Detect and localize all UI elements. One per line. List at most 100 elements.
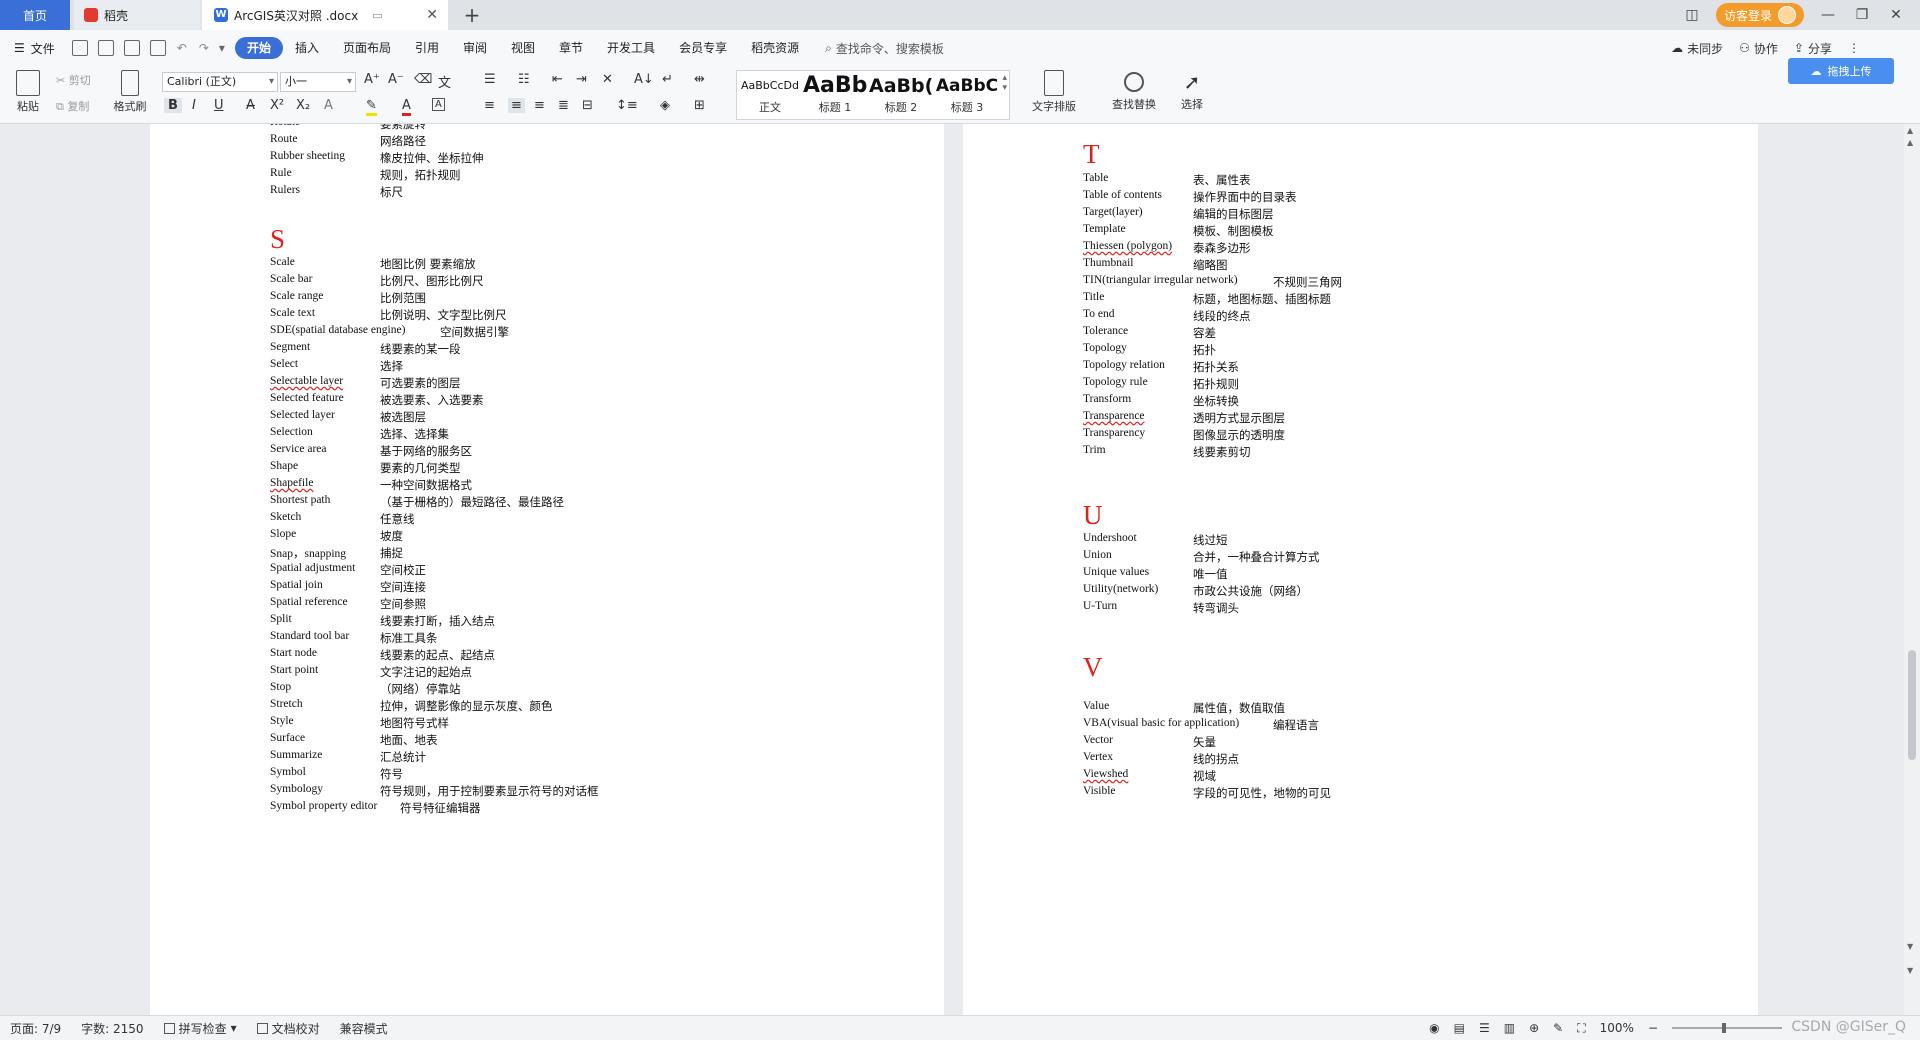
close-icon[interactable]: ✕ (426, 7, 438, 23)
scroll-down-icon[interactable]: ▼ (1907, 966, 1913, 975)
document-page-right[interactable]: T Table 表、属性表 Table of contents 操作界面中的目录表 Tar… (963, 124, 1758, 1015)
shading-icon[interactable]: ◈ (660, 98, 670, 113)
text-effect-icon[interactable]: A (324, 98, 333, 113)
menu-developer[interactable]: 开发工具 (595, 37, 667, 59)
sync-button[interactable]: ☁ 未同步 (1671, 40, 1723, 57)
italic-icon[interactable]: I (192, 98, 196, 113)
align-left-icon[interactable]: ≡ (484, 98, 495, 113)
quick-access-chevron-icon[interactable]: ▾ (219, 41, 225, 55)
web-view-icon[interactable]: ⊕ (1529, 1021, 1539, 1035)
command-search[interactable]: ⌕ 查找命令、搜索模板 (825, 40, 944, 57)
tab-marks-icon[interactable]: ⇹ (694, 72, 705, 87)
style-heading-3[interactable]: AaBbC 标题 3 (935, 71, 999, 119)
share-button[interactable]: ⇪ 分享 (1794, 40, 1832, 57)
subscript-icon[interactable]: X₂ (296, 98, 310, 113)
select-button[interactable]: ➚ 选择 (1172, 68, 1212, 112)
scroll-down-icon[interactable]: ▼ (1907, 942, 1913, 951)
menu-view[interactable]: 视图 (499, 37, 547, 59)
text-layout-button[interactable]: 文字排版 (1024, 68, 1084, 114)
menu-home[interactable]: 开始 (234, 37, 283, 59)
shrink-font-icon[interactable]: A⁻ (388, 72, 404, 87)
redo-icon[interactable]: ↷ (199, 41, 209, 55)
new-tab-button[interactable]: + (458, 0, 486, 30)
chinese-layout-icon[interactable]: ✕ (602, 72, 613, 87)
strikethrough-icon[interactable]: A̶ (246, 98, 255, 113)
format-painter-button[interactable]: 格式刷 (110, 68, 150, 114)
style-gallery-scroll-icon[interactable]: ▴ ▾ (1002, 73, 1007, 93)
justify-icon[interactable]: ≣ (558, 98, 569, 113)
highlight-icon[interactable]: ✎ (366, 98, 377, 116)
zoom-level[interactable]: 100% (1600, 1021, 1634, 1035)
scrollbar-thumb[interactable] (1908, 650, 1916, 760)
close-window-icon[interactable]: ✕ (1886, 7, 1906, 23)
collab-button[interactable]: ⚇ 协作 (1739, 40, 1778, 57)
superscript-icon[interactable]: X² (270, 98, 284, 113)
bullet-list-icon[interactable]: ☰ (484, 72, 496, 87)
document-area[interactable]: Rotate 要素旋转 Route 网络路径 Rubber sheeting 橡皮拉伸、坐… (0, 124, 1904, 1015)
restore-icon[interactable]: ❐ (1852, 7, 1872, 23)
line-spacing-icon[interactable]: ↕≡ (616, 98, 638, 113)
scroll-up-icon[interactable]: ▲ (1907, 138, 1913, 147)
layout-icon[interactable]: ◫ (1682, 7, 1702, 23)
find-replace-button[interactable]: 查找替换 (1104, 68, 1164, 112)
minimize-icon[interactable]: — (1818, 7, 1838, 23)
menu-daoke-resources[interactable]: 稻壳资源 (739, 37, 811, 59)
font-name-select[interactable]: Calibri (正文) (162, 72, 278, 92)
cut-button[interactable]: ✂ 剪切 (56, 72, 91, 88)
read-view-icon[interactable]: ▥ (1504, 1021, 1515, 1035)
style-heading-2[interactable]: AaBb( 标题 2 (869, 71, 933, 119)
font-size-select[interactable]: 小一 (280, 72, 356, 92)
underline-icon[interactable]: U (214, 98, 224, 113)
visitor-login-button[interactable]: 访客登录 (1715, 3, 1804, 27)
grow-font-icon[interactable]: A⁺ (364, 72, 380, 87)
eye-icon[interactable]: ◉ (1429, 1021, 1439, 1035)
cloud-upload-button[interactable]: ☁ 拖拽上传 (1788, 58, 1894, 84)
menu-references[interactable]: 引用 (403, 37, 451, 59)
file-menu[interactable]: ☰ 文件 (0, 40, 67, 57)
document-page-left[interactable]: Rotate 要素旋转 Route 网络路径 Rubber sheeting 橡皮拉伸、坐… (150, 124, 944, 1015)
pen-icon[interactable]: ✎ (1553, 1021, 1563, 1035)
zoom-out-icon[interactable]: − (1648, 1021, 1658, 1035)
show-marks-icon[interactable]: ↵ (662, 72, 673, 87)
menu-member[interactable]: 会员专享 (667, 37, 739, 59)
doc-proof-button[interactable]: 文档校对 (247, 1020, 330, 1037)
paste-button[interactable]: 粘贴 (10, 68, 46, 114)
page-indicator[interactable]: 页面: 7/9 (0, 1020, 71, 1037)
bold-icon[interactable]: B (164, 98, 182, 113)
menu-insert[interactable]: 插入 (283, 37, 331, 59)
tab-daoke[interactable]: 稻壳 (74, 0, 200, 30)
page-view-icon[interactable]: ▤ (1454, 1021, 1465, 1035)
print-icon[interactable] (123, 40, 140, 56)
align-right-icon[interactable]: ≡ (534, 98, 545, 113)
align-center-icon[interactable]: ≡ (508, 98, 525, 113)
char-border-icon[interactable]: A (432, 98, 445, 111)
scroll-up-icon[interactable]: ▲ (1907, 126, 1913, 135)
style-heading-1[interactable]: AaBb 标题 1 (803, 71, 867, 119)
word-count[interactable]: 字数: 2150 (71, 1020, 153, 1037)
more-menu-icon[interactable]: ⋮ (1848, 41, 1860, 55)
pin-icon[interactable]: ▭ (372, 9, 382, 22)
decrease-indent-icon[interactable]: ⇤ (552, 72, 563, 87)
fit-page-icon[interactable]: ⛶ (1577, 1021, 1585, 1036)
menu-review[interactable]: 审阅 (451, 37, 499, 59)
export-icon[interactable] (97, 40, 114, 56)
copy-button[interactable]: ⧉ 复制 (56, 98, 89, 114)
numbered-list-icon[interactable]: ☷ (518, 72, 530, 87)
vertical-scrollbar[interactable]: ▲ ▲ ▼ ▼ (1904, 124, 1920, 1015)
clear-format-icon[interactable]: ⌫ (414, 72, 432, 87)
menu-page-layout[interactable]: 页面布局 (331, 37, 403, 59)
undo-icon[interactable]: ↶ (177, 41, 187, 55)
zoom-slider[interactable] (1672, 1023, 1782, 1033)
distributed-icon[interactable]: ⊟ (582, 98, 593, 113)
sort-icon[interactable]: A↓ (634, 72, 654, 87)
increase-indent-icon[interactable]: ⇥ (576, 72, 587, 87)
menu-section[interactable]: 章节 (547, 37, 595, 59)
tab-home[interactable]: 首页 (0, 0, 70, 30)
outline-view-icon[interactable]: ☰ (1479, 1021, 1490, 1035)
font-color-icon[interactable]: A (402, 98, 411, 116)
phonetic-icon[interactable]: 文 (438, 72, 451, 91)
zoom-slider-knob[interactable] (1722, 1023, 1726, 1033)
borders-icon[interactable]: ⊞ (694, 98, 705, 113)
spell-check-toggle[interactable]: 拼写检查 ▾ (154, 1020, 247, 1037)
style-normal[interactable]: AaBbCcDd 正文 (739, 71, 801, 119)
